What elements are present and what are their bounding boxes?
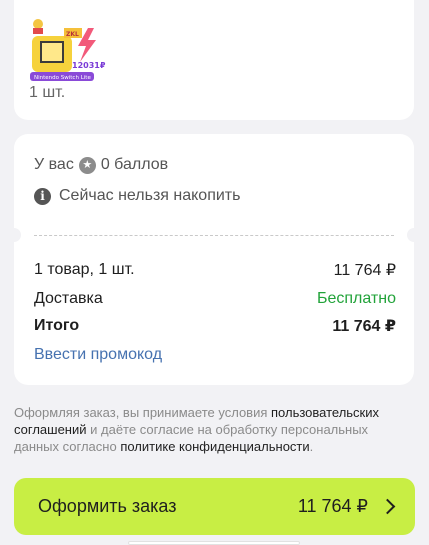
card-notch-left: [7, 228, 21, 242]
points-star-icon: ★: [78, 156, 96, 174]
points-value: 0 баллов: [100, 156, 169, 173]
points-prefix: У вас: [34, 156, 74, 173]
points-info-text: Сейчас нельзя накопить: [59, 187, 241, 204]
points-row: У вас ★ 0 баллов: [34, 156, 396, 174]
legal-text-3: .: [309, 439, 314, 454]
chevron-right-icon: [379, 498, 396, 515]
checkout-price: 11 764 ₽: [297, 496, 368, 516]
items-label: 1 товар, 1 шт.: [34, 261, 135, 278]
delivery-label: Доставка: [34, 290, 103, 307]
order-summary-card: У вас ★ 0 баллов i Сейчас нельзя накопит…: [7, 134, 421, 385]
svg-text:12031₽: 12031₽: [72, 61, 106, 70]
total-label: Итого: [34, 317, 80, 334]
points-info-row: i Сейчас нельзя накопить: [34, 187, 396, 205]
items-row: 1 товар, 1 шт. 11 764 ₽: [34, 260, 396, 280]
card-notch-right: [407, 228, 421, 242]
promo-code-link[interactable]: Ввести промокод: [34, 346, 162, 364]
delivery-row: Доставка Бесплатно: [34, 290, 396, 308]
product-thumbnail[interactable]: ZKL 12031₽ Nintendo Switch Lite: [30, 14, 108, 82]
delivery-value: Бесплатно: [316, 290, 396, 307]
svg-text:ZKL: ZKL: [66, 31, 79, 38]
checkout-label: Оформить заказ: [38, 496, 177, 516]
info-icon: i: [34, 187, 51, 205]
legal-text-1: Оформляя заказ, вы принимаете условия: [14, 405, 271, 420]
legal-notice: Оформляя заказ, вы принимаете условия по…: [14, 404, 414, 455]
checkout-button[interactable]: Оформить заказ 11 764 ₽: [14, 478, 415, 535]
product-quantity: 1 шт.: [29, 84, 66, 101]
privacy-policy-link[interactable]: политике конфиденциальности: [120, 439, 309, 454]
total-row: Итого 11 764 ₽: [34, 316, 396, 336]
home-indicator: [128, 541, 300, 545]
product-card: ZKL 12031₽ Nintendo Switch Lite 1 шт.: [14, 0, 414, 120]
dashed-divider: [34, 235, 394, 236]
svg-text:Nintendo Switch Lite: Nintendo Switch Lite: [34, 75, 91, 81]
items-value: 11 764 ₽: [333, 262, 396, 279]
total-value: 11 764 ₽: [332, 318, 396, 335]
